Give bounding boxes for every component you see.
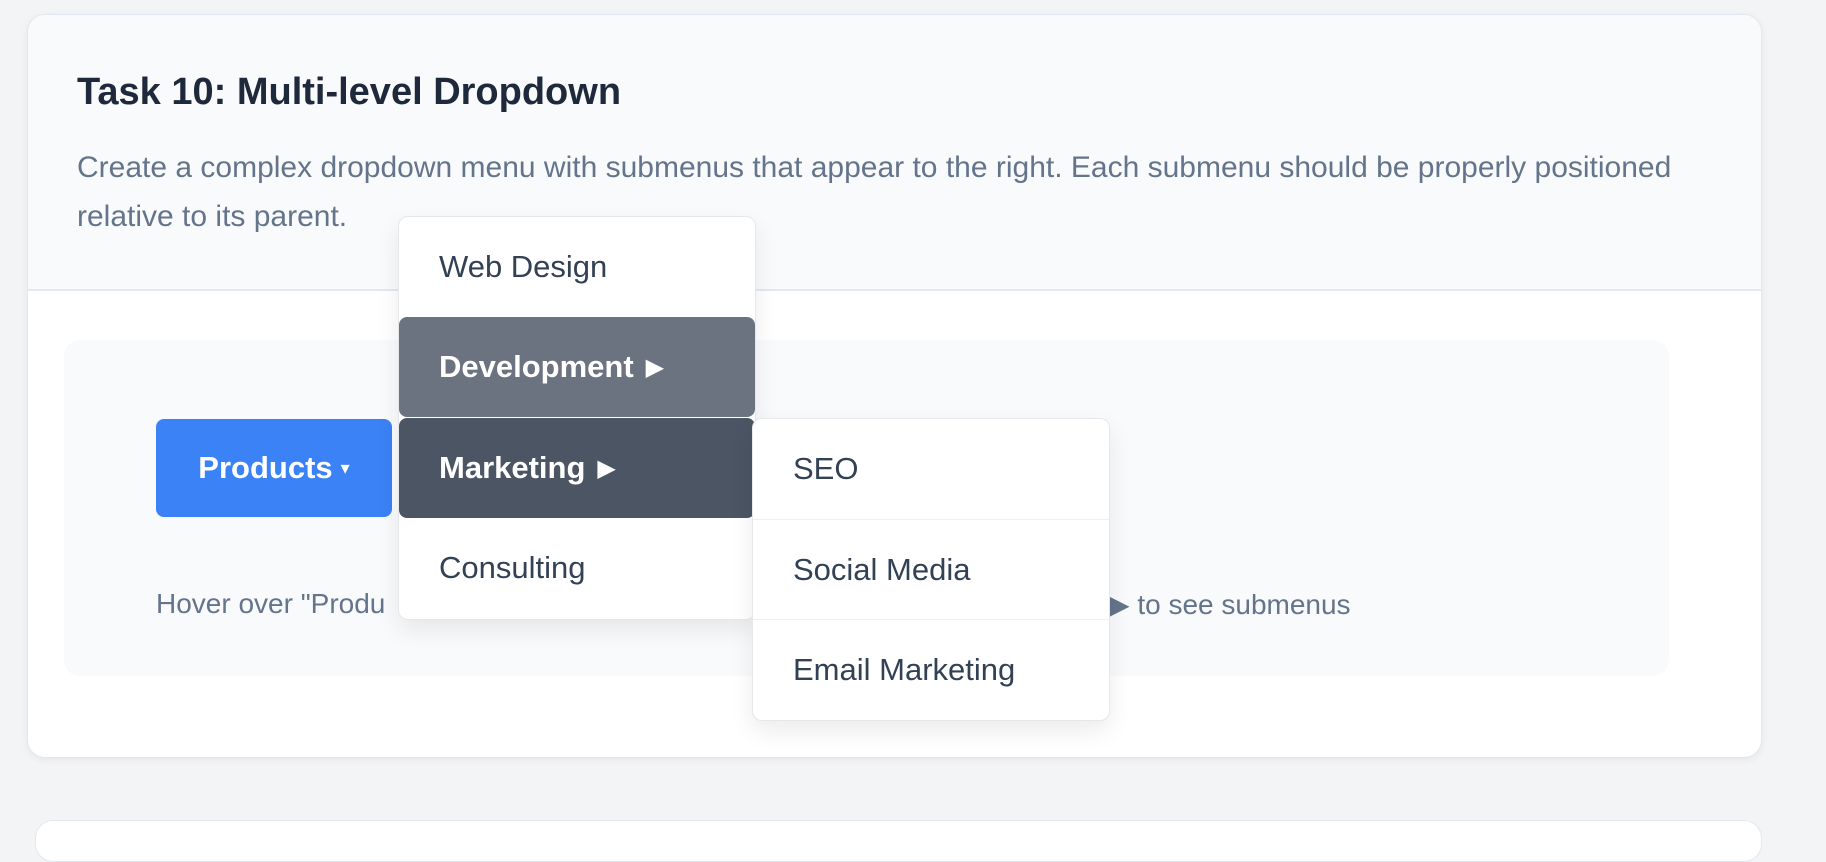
menu-item-label: Web Design — [439, 249, 608, 284]
dropdown-menu: Web Design Development ▶ Marketing ▶ Con… — [398, 216, 756, 620]
submenu-arrow-icon: ▶ — [597, 454, 616, 482]
chevron-down-icon: ▾ — [340, 457, 350, 478]
products-button-label: Products — [198, 450, 333, 485]
submenu-arrow-icon: ▶ — [645, 353, 665, 381]
menu-item-label: Consulting — [439, 550, 586, 585]
menu-item-label: Development — [439, 349, 634, 384]
menu-item-consulting[interactable]: Consulting — [399, 518, 755, 618]
submenu-item-social-media[interactable]: Social Media — [753, 519, 1109, 619]
submenu-item-label: SEO — [793, 451, 859, 486]
menu-item-development[interactable]: Development ▶ — [399, 317, 755, 417]
products-dropdown-button[interactable]: Products ▾ — [156, 419, 392, 517]
hint-text-end: ▶ to see submenus — [1108, 589, 1351, 620]
submenu-item-label: Email Marketing — [793, 651, 1016, 687]
submenu-item-email-marketing[interactable]: Email Marketing — [753, 619, 1109, 719]
task-header: Task 10: Multi-level Dropdown Create a c… — [28, 15, 1761, 291]
menu-item-marketing[interactable]: Marketing ▶ — [399, 418, 755, 518]
next-task-card — [35, 820, 1762, 862]
hint-text-start: Hover over "Produ — [156, 588, 386, 619]
task-description: Create a complex dropdown menu with subm… — [77, 151, 1672, 233]
task-title: Task 10: Multi-level Dropdown — [77, 71, 622, 113]
marketing-submenu: SEO Social Media Email Marketing — [752, 418, 1110, 721]
menu-item-web-design[interactable]: Web Design — [399, 217, 755, 317]
submenu-item-seo[interactable]: SEO — [753, 419, 1109, 519]
submenu-item-label: Social Media — [793, 551, 971, 587]
menu-item-label: Marketing — [439, 450, 586, 485]
